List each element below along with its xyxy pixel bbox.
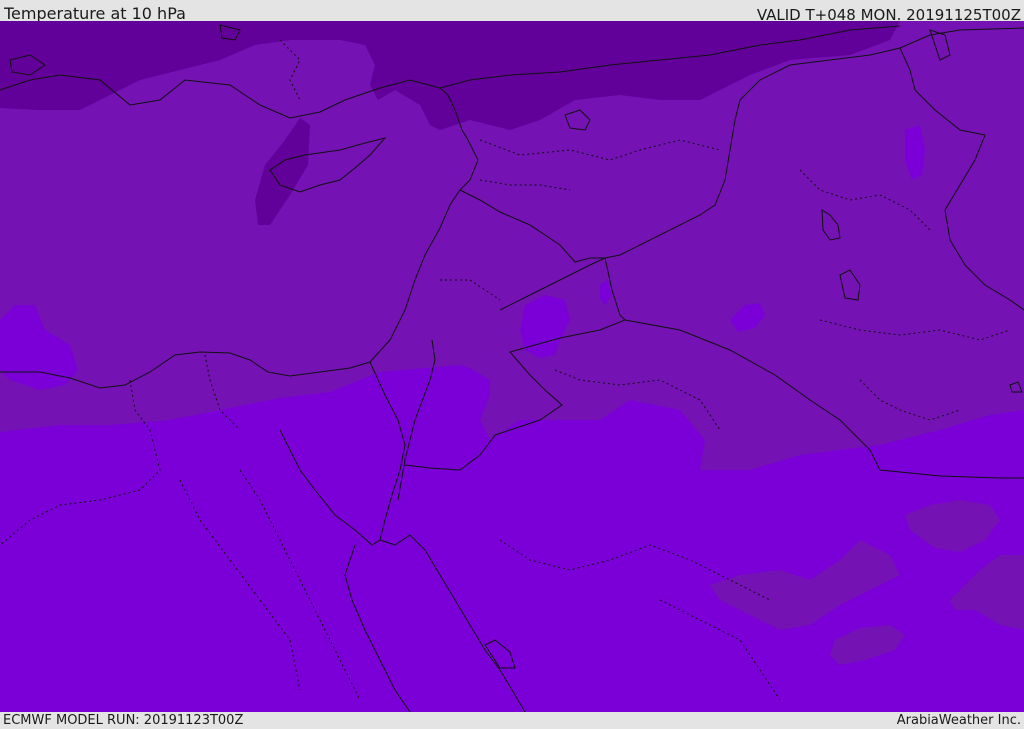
- footer-bar: ECMWF MODEL RUN: 20191123T00Z ArabiaWeat…: [0, 712, 1024, 729]
- title-bar: Temperature at 10 hPa VALID T+048 MON. 2…: [0, 0, 1024, 24]
- map-canvas: [0, 21, 1024, 712]
- model-run-label: ECMWF MODEL RUN: 20191123T00Z: [3, 713, 244, 728]
- credit-label: ArabiaWeather Inc.: [896, 713, 1021, 728]
- temperature-map: [0, 21, 1024, 712]
